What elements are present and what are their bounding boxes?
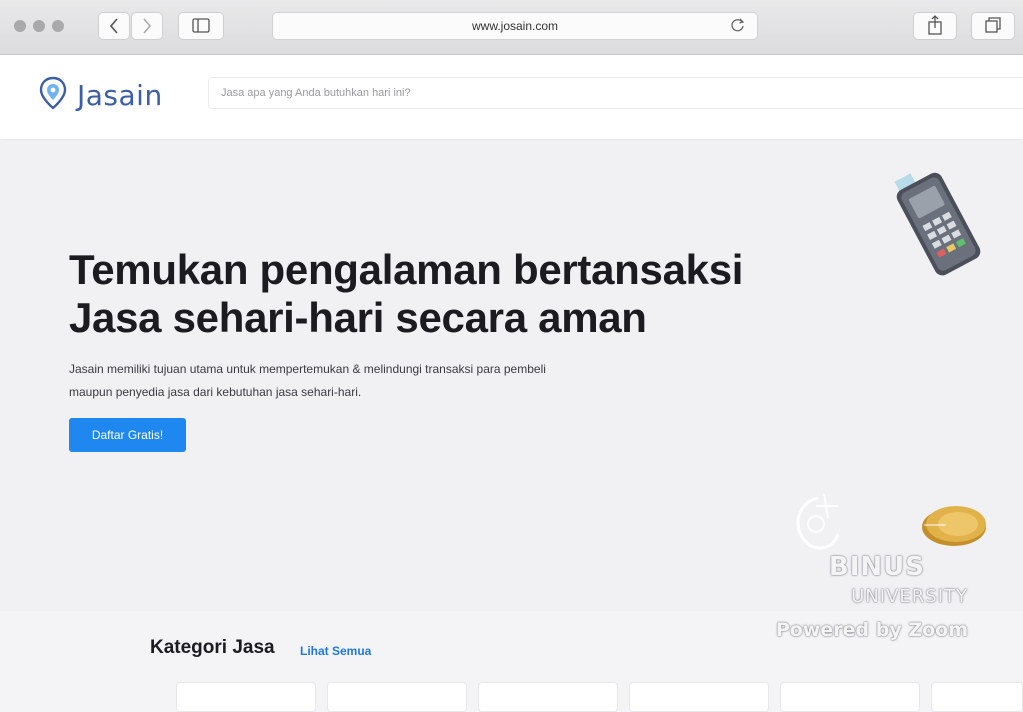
chevron-left-icon [109, 18, 118, 34]
see-all-categories-link[interactable]: Lihat Semua [300, 644, 371, 658]
payment-terminal-illustration [894, 172, 981, 276]
category-card[interactable] [478, 682, 618, 712]
tabs-icon [985, 17, 1001, 33]
hero-title-line-1: Temukan pengalaman bertansaksi [69, 246, 744, 293]
sidebar-toggle-button[interactable] [178, 12, 224, 40]
tabs-button[interactable] [971, 12, 1015, 40]
location-pin-logo-icon[interactable] [38, 76, 68, 110]
hero-description: Jasain memiliki tujuan utama untuk mempe… [69, 358, 709, 404]
category-card[interactable] [176, 682, 316, 712]
category-card[interactable] [780, 682, 920, 712]
share-button[interactable] [913, 12, 957, 40]
sidebar-icon [192, 18, 210, 33]
close-window-button[interactable] [14, 20, 26, 32]
hero-description-line-2: maupun penyedia jasa dari kebutuhan jasa… [69, 385, 362, 399]
categories-title: Kategori Jasa [150, 637, 275, 658]
hero-title-line-2: Jasa sehari-hari secara aman [69, 294, 647, 341]
browser-toolbar: www.josain.com [0, 0, 1023, 55]
watermark-powered-by-zoom: Powered by Zoom [775, 619, 968, 641]
watermark-university: UNIVERSITY [851, 586, 968, 607]
register-free-button[interactable]: Daftar Gratis! [69, 418, 186, 452]
share-icon [928, 15, 942, 35]
category-card[interactable] [931, 682, 1023, 712]
reload-icon[interactable] [729, 16, 747, 34]
minimize-window-button[interactable] [33, 20, 45, 32]
forward-button[interactable] [131, 12, 163, 40]
brand-logo-text[interactable]: Jasain [77, 79, 163, 112]
hero-title: Temukan pengalaman bertansaksi Jasa seha… [69, 246, 869, 342]
search-input[interactable]: Jasa apa yang Anda butuhkan hari ini? [208, 77, 1023, 109]
url-text: www.josain.com [471, 19, 559, 33]
video-watermark: BINUS UNIVERSITY Powered by Zoom [770, 464, 980, 654]
address-bar[interactable]: www.josain.com [272, 12, 758, 40]
site-header: Jasain Jasa apa yang Anda butuhkan hari … [0, 55, 1023, 139]
watermark-binus: BINUS [828, 552, 925, 582]
chevron-right-icon [143, 18, 152, 34]
hero-description-line-1: Jasain memiliki tujuan utama untuk mempe… [69, 362, 546, 376]
zoom-window-button[interactable] [52, 20, 64, 32]
back-button[interactable] [98, 12, 130, 40]
category-card[interactable] [327, 682, 467, 712]
category-card[interactable] [629, 682, 769, 712]
